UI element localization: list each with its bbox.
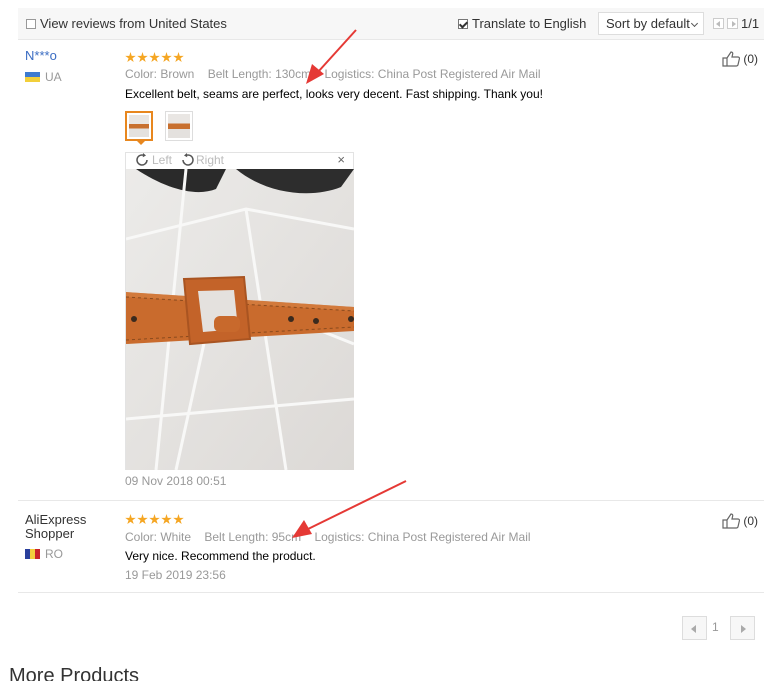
rotate-right-label: Right <box>196 153 225 167</box>
helpful-button[interactable]: (0) <box>722 51 758 67</box>
helpful-count: (0) <box>743 514 758 528</box>
viewer-toolbar: Left Right × <box>126 152 353 168</box>
chevron-down-icon <box>690 19 699 28</box>
rotate-left-button[interactable]: Left <box>135 153 172 167</box>
star-icon <box>149 52 160 63</box>
star-icon <box>173 52 184 63</box>
review-toolbar: View reviews from United States Translat… <box>18 8 764 40</box>
review-item: N***o UA Color: Brown Belt Length: 130cm… <box>18 40 764 501</box>
rotate-left-label: Left <box>152 153 173 167</box>
order-attributes: Color: White Belt Length: 95cm Logistics… <box>125 530 541 544</box>
photo-viewer: Left Right × <box>125 152 354 470</box>
next-page-button[interactable] <box>727 18 738 29</box>
star-icon <box>137 514 148 525</box>
sort-select[interactable]: Sort by default <box>598 12 704 35</box>
star-icon <box>125 52 136 63</box>
more-products-heading: More Products <box>9 665 140 681</box>
page-count: 1/1 <box>741 16 760 31</box>
reviewer-name[interactable]: N***o <box>25 49 57 63</box>
pagination-prev-button[interactable] <box>682 616 707 640</box>
thumbnail-pointer <box>137 141 145 145</box>
pagination-next-button[interactable] <box>730 616 755 640</box>
attr-belt-length: Belt Length: 95cm <box>204 530 302 544</box>
star-icon <box>125 514 136 525</box>
sort-select-value: Sort by default <box>606 16 690 31</box>
belt-photo <box>126 169 354 470</box>
attr-color: Color: Brown <box>125 67 195 81</box>
rotate-left-icon <box>136 153 148 166</box>
translate-label[interactable]: Translate to English <box>472 16 586 31</box>
translate-checkbox[interactable] <box>458 19 468 29</box>
attr-belt-length: Belt Length: 130cm <box>207 67 312 81</box>
star-rating <box>125 52 184 63</box>
pagination-current-page[interactable]: 1 <box>712 620 719 634</box>
star-icon <box>161 52 172 63</box>
review-photo <box>126 169 354 470</box>
reviewer-country: RO <box>45 547 63 561</box>
view-reviews-label[interactable]: View reviews from United States <box>40 16 227 31</box>
rotate-right-button[interactable]: Right <box>179 153 224 167</box>
star-icon <box>173 514 184 525</box>
close-icon[interactable]: × <box>337 152 345 167</box>
review-date: 19 Feb 2019 23:56 <box>125 568 226 582</box>
attr-logistics: Logistics: China Post Registered Air Mai… <box>314 530 531 544</box>
attr-logistics: Logistics: China Post Registered Air Mai… <box>324 67 541 81</box>
feedback-text: Very nice. Recommend the product. <box>125 549 316 563</box>
view-reviews-checkbox[interactable] <box>26 19 36 29</box>
star-icon <box>161 514 172 525</box>
reviewer-country: UA <box>45 70 62 84</box>
reviewer-name-line2: Shopper <box>25 526 75 541</box>
photo-thumbnail[interactable] <box>165 111 193 141</box>
star-icon <box>137 52 148 63</box>
photo-thumbnail[interactable] <box>125 111 153 141</box>
helpful-button[interactable]: (0) <box>722 513 758 529</box>
star-rating <box>125 514 184 525</box>
flag-icon <box>25 549 40 559</box>
review-date: 09 Nov 2018 00:51 <box>125 474 227 488</box>
helpful-count: (0) <box>743 52 758 66</box>
feedback-text: Excellent belt, seams are perfect, looks… <box>125 87 543 101</box>
thumbs-up-icon <box>722 51 741 67</box>
rotate-right-icon <box>182 153 194 166</box>
thumbs-up-icon <box>722 513 741 529</box>
flag-icon <box>25 72 40 82</box>
star-icon <box>149 514 160 525</box>
review-item: AliExpress Shopper RO Color: White Belt … <box>18 501 764 593</box>
reviewer-name-line1: AliExpress <box>25 512 87 527</box>
prev-page-button[interactable] <box>713 18 724 29</box>
order-attributes: Color: Brown Belt Length: 130cm Logistic… <box>125 67 551 81</box>
attr-color: Color: White <box>125 530 192 544</box>
